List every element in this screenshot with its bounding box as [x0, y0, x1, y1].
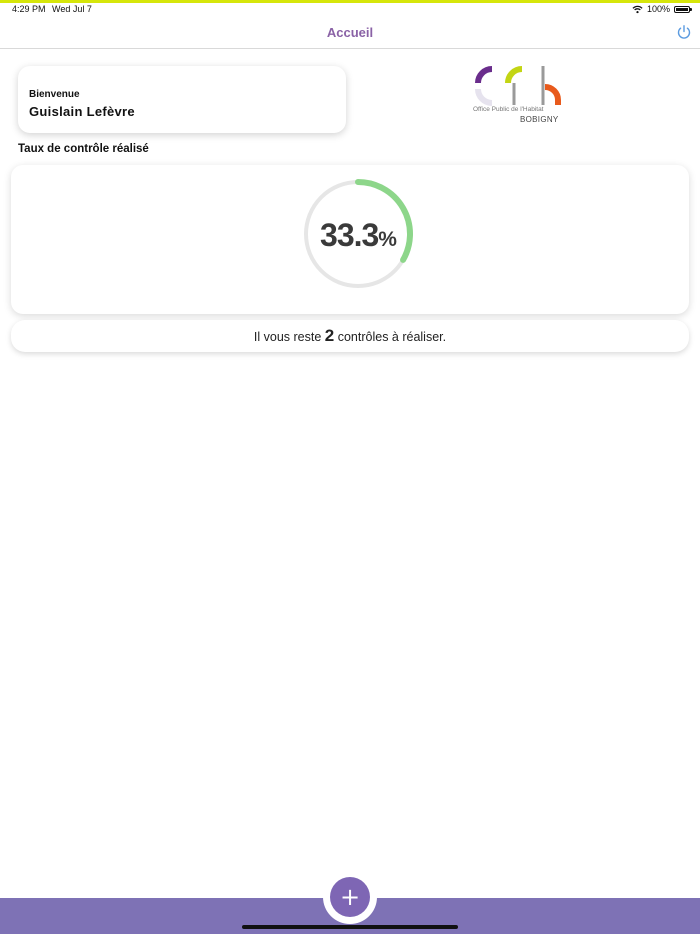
- page-title: Accueil: [326, 25, 374, 40]
- status-date: Wed Jul 7: [52, 4, 92, 14]
- remaining-suffix: contrôles à réaliser.: [337, 330, 447, 344]
- home-indicator: [242, 925, 458, 929]
- battery-icon: [674, 5, 692, 13]
- status-right: 100%: [632, 4, 692, 14]
- logo-city: BOBIGNY: [520, 115, 559, 124]
- welcome-card: Bienvenue Guislain Lefèvre: [18, 66, 346, 133]
- logo-tagline: Office Public de l'Habitat: [473, 106, 544, 113]
- nav-bar: Accueil: [0, 18, 700, 49]
- plus-icon: +: [339, 883, 361, 911]
- status-time: 4:29 PM: [12, 4, 46, 14]
- add-button[interactable]: +: [330, 877, 370, 917]
- progress-unit: %: [378, 228, 397, 251]
- remaining-card: Il vous reste 2 contrôles à réaliser.: [11, 320, 689, 352]
- opb-logo: Office Public de l'Habitat BOBIGNY: [470, 63, 570, 127]
- remaining-prefix: Il vous reste: [253, 330, 322, 344]
- logo-mark: [475, 66, 561, 106]
- status-bar: 4:29 PM Wed Jul 7 100%: [0, 3, 700, 17]
- progress-value: 33.3%: [298, 217, 418, 254]
- remaining-count: 2: [324, 326, 335, 345]
- wifi-icon: [632, 5, 643, 13]
- welcome-greeting: Bienvenue: [29, 89, 80, 100]
- progress-section-title: Taux de contrôle réalisé: [18, 143, 149, 155]
- power-icon[interactable]: [676, 24, 692, 40]
- user-name: Guislain Lefèvre: [29, 104, 135, 119]
- progress-number: 33.3: [320, 217, 379, 253]
- battery-percent: 100%: [646, 4, 670, 14]
- progress-card: 33.3%: [11, 165, 689, 314]
